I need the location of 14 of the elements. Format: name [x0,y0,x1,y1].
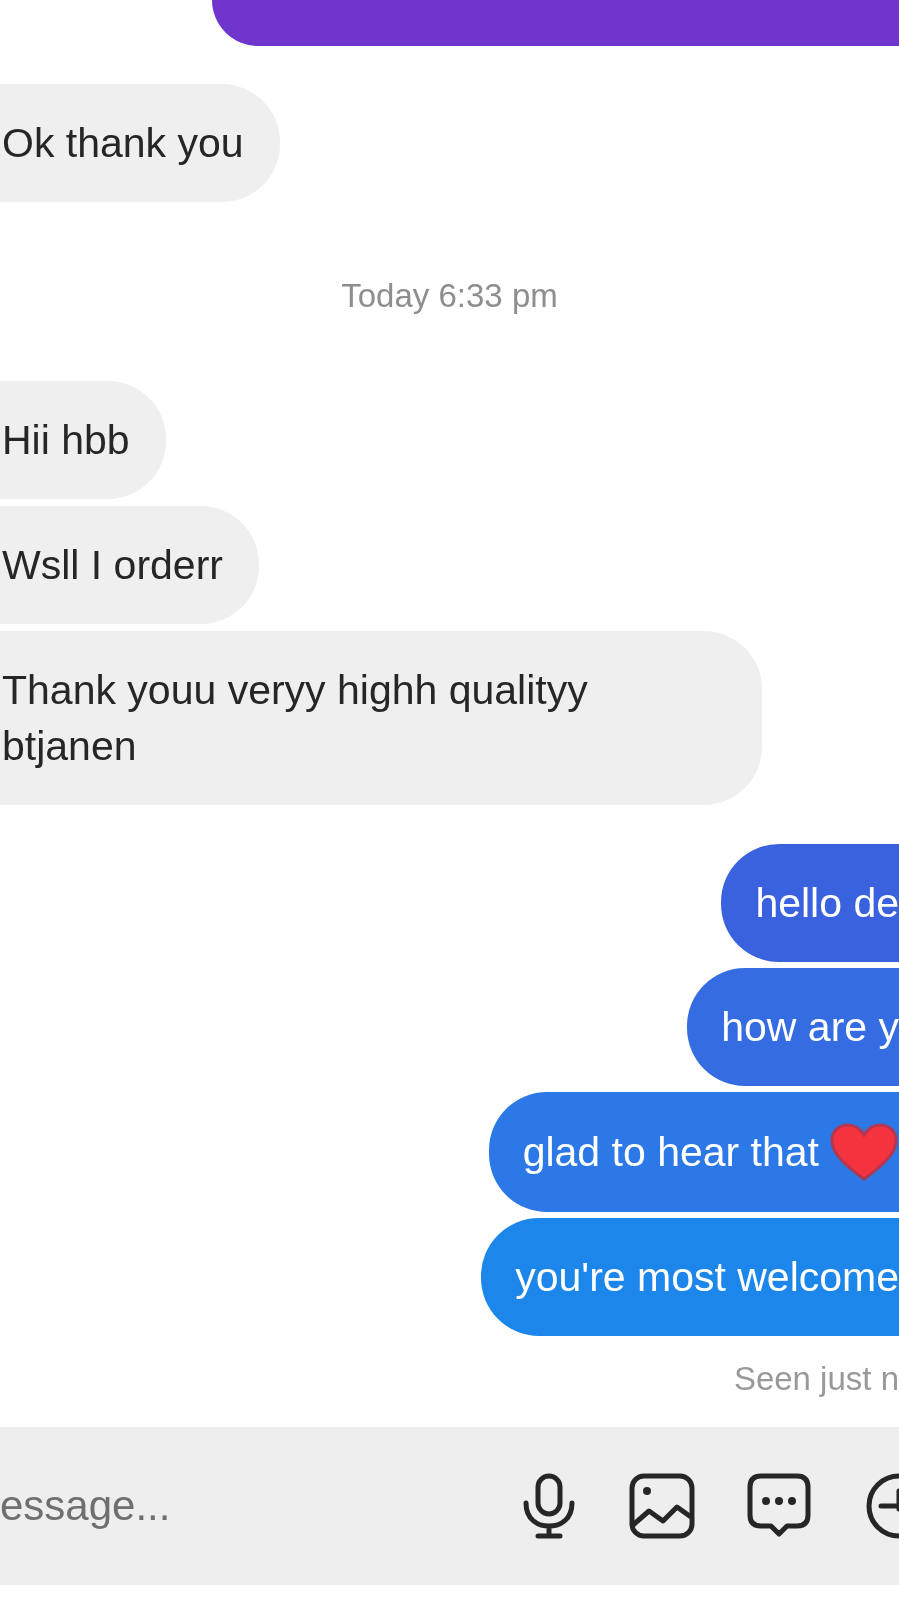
message-bubble: Thank youu veryy highh qualityy btjanen [0,631,762,805]
message-bubble: you're most welcome [481,1218,899,1336]
message-field[interactable]: essage... [0,1482,521,1530]
message-bubble: Hii hbb [0,381,166,499]
seen-status: Seen just n [733,1360,899,1398]
image-icon[interactable] [629,1473,695,1539]
timestamp: Today 6:33 pm [341,277,558,315]
message-bubble: Wsll I orderr [0,506,259,624]
chat-bubble-icon[interactable] [747,1473,811,1539]
microphone-icon[interactable] [521,1473,577,1539]
message-bubble: glad to hear that [488,1092,899,1212]
message-bubble: hello de [721,844,899,962]
message-bubble: Ok thank you [0,84,280,202]
message-bubble: how are y [687,968,899,1086]
